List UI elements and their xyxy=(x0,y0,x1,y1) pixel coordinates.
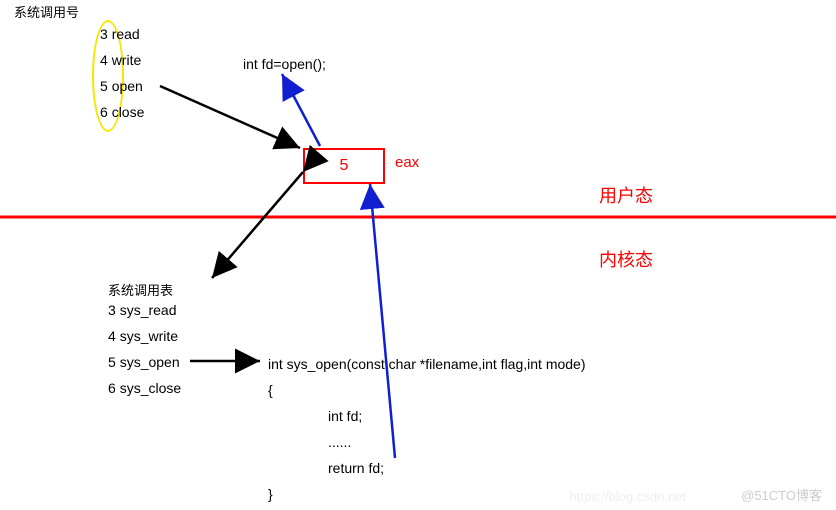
syscall-number-list: 3 read 4 write 5 open 6 close xyxy=(100,26,144,130)
watermark-csdn: https://blog.csdn.net xyxy=(570,489,686,504)
syscall-num: 4 xyxy=(100,52,108,68)
systable-row: 5 sys_open xyxy=(108,354,181,370)
syscall-row: 4 write xyxy=(100,52,144,68)
systable-row: 3 sys_read xyxy=(108,302,181,318)
eax-label: eax xyxy=(395,154,419,171)
user-mode-label: 用户态 xyxy=(599,182,653,208)
arrow-return-to-eax xyxy=(370,184,395,458)
watermark-51cto: @51CTO博客 xyxy=(741,485,822,504)
systable-name: sys_read xyxy=(120,302,177,318)
systable-num: 5 xyxy=(108,354,116,370)
systable-name: sys_open xyxy=(120,354,180,370)
systable-name: sys_close xyxy=(120,380,181,396)
sys-open-line-return: return fd; xyxy=(328,460,384,476)
syscall-num: 5 xyxy=(100,78,108,94)
sys-open-line-ellipsis: ...... xyxy=(328,434,351,450)
arrow-eax-systable-bidir xyxy=(212,172,303,278)
syscall-row: 3 read xyxy=(100,26,144,42)
kernel-mode-label: 内核态 xyxy=(599,246,653,272)
systable-name: sys_write xyxy=(120,328,178,344)
systable-num: 3 xyxy=(108,302,116,318)
systable-num: 6 xyxy=(108,380,116,396)
syscall-table-header: 系统调用表 xyxy=(108,280,173,299)
syscall-name: write xyxy=(112,52,142,68)
sys-open-brace-close: } xyxy=(268,486,273,502)
arrow-eax-to-usercode xyxy=(282,74,320,146)
syscall-name: close xyxy=(112,104,145,120)
syscall-number-header: 系统调用号 xyxy=(14,2,79,21)
syscall-row: 5 open xyxy=(100,78,144,94)
sys-open-signature: int sys_open(const char *filename,int fl… xyxy=(268,356,586,372)
eax-register-box: 5 xyxy=(303,148,385,184)
syscall-table-list: 3 sys_read 4 sys_write 5 sys_open 6 sys_… xyxy=(108,302,181,406)
arrow-open-to-eax xyxy=(160,86,300,148)
systable-row: 4 sys_write xyxy=(108,328,181,344)
sys-open-line-fd-decl: int fd; xyxy=(328,408,362,424)
systable-num: 4 xyxy=(108,328,116,344)
systable-row: 6 sys_close xyxy=(108,380,181,396)
syscall-num: 6 xyxy=(100,104,108,120)
syscall-name: read xyxy=(112,26,140,42)
syscall-num: 3 xyxy=(100,26,108,42)
syscall-row: 6 close xyxy=(100,104,144,120)
syscall-name: open xyxy=(112,78,143,94)
user-code-open-call: int fd=open(); xyxy=(243,56,326,72)
sys-open-brace-open: { xyxy=(268,382,273,398)
